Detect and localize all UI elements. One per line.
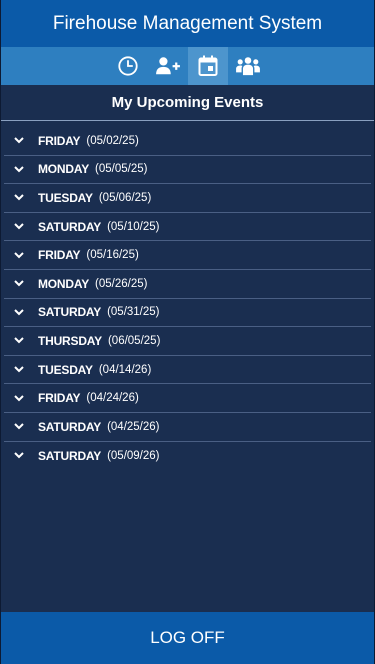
logoff-label: LOG OFF — [150, 628, 225, 647]
chevron-down-icon — [8, 166, 30, 173]
event-row[interactable]: THURSDAY (06/05/25) — [4, 327, 371, 356]
app-window: Firehouse Management System My Upcoming … — [0, 0, 375, 664]
event-day: SATURDAY — [38, 305, 102, 320]
event-row[interactable]: SATURDAY (05/31/25) — [4, 299, 371, 328]
group-icon — [235, 57, 260, 76]
app-title: Firehouse Management System — [52, 12, 323, 34]
event-day: MONDAY — [38, 276, 90, 291]
event-row[interactable]: TUESDAY (05/06/25) — [4, 184, 371, 213]
event-date: (05/16/25) — [86, 249, 139, 262]
members-button[interactable] — [228, 47, 268, 85]
event-row[interactable]: SATURDAY (05/09/26) — [4, 442, 371, 471]
event-day: FRIDAY — [38, 248, 81, 263]
events-list: FRIDAY (05/02/25) MONDAY (05/05/25) TUESDAY (… — [1, 127, 374, 470]
app-header: Firehouse Management System — [1, 0, 374, 47]
event-day: MONDAY — [38, 162, 90, 177]
event-day: THURSDAY — [38, 333, 102, 348]
clock-icon — [117, 56, 138, 76]
chevron-down-icon — [8, 194, 30, 201]
event-date: (05/09/26) — [107, 449, 160, 462]
event-date: (04/14/26) — [98, 363, 152, 376]
event-row[interactable]: SATURDAY (05/10/25) — [4, 213, 371, 242]
event-row[interactable]: MONDAY (05/05/25) — [4, 156, 371, 185]
events-button[interactable] — [187, 47, 228, 85]
event-row[interactable]: MONDAY (05/26/25) — [4, 270, 371, 299]
chevron-down-icon — [8, 137, 30, 144]
event-date: (05/26/25) — [95, 277, 148, 290]
upcoming-events-heading: My Upcoming Events — [111, 94, 264, 111]
logoff-button[interactable]: LOG OFF — [1, 612, 374, 664]
event-date: (04/24/26) — [86, 392, 139, 405]
event-date: (05/02/25) — [86, 134, 139, 147]
chevron-down-icon — [8, 366, 30, 373]
chevron-down-icon — [8, 223, 30, 230]
add-user-icon — [155, 57, 180, 75]
section-title: My Upcoming Events — [1, 85, 374, 121]
event-date: (05/31/25) — [107, 306, 160, 319]
event-date: (05/06/25) — [98, 191, 152, 204]
add-user-button[interactable] — [148, 47, 188, 85]
event-date: (04/25/26) — [107, 420, 160, 433]
chevron-down-icon — [8, 337, 30, 344]
chevron-down-icon — [8, 423, 30, 430]
nav-toolbar — [1, 47, 374, 85]
chevron-down-icon — [8, 280, 30, 287]
event-date: (05/10/25) — [107, 220, 160, 233]
event-day: TUESDAY — [38, 362, 93, 377]
event-day: TUESDAY — [38, 190, 93, 205]
chevron-down-icon — [8, 452, 30, 459]
calendar-icon — [198, 55, 217, 76]
chevron-down-icon — [8, 251, 30, 259]
event-row[interactable]: TUESDAY (04/14/26) — [4, 356, 371, 385]
event-date: (06/05/25) — [107, 334, 161, 347]
chevron-down-icon — [8, 309, 30, 316]
history-button[interactable] — [108, 47, 148, 85]
event-row[interactable]: SATURDAY (04/25/26) — [4, 413, 371, 442]
event-day: FRIDAY — [38, 391, 81, 406]
event-row[interactable]: FRIDAY (05/16/25) — [4, 241, 371, 270]
event-day: FRIDAY — [38, 133, 81, 148]
event-day: SATURDAY — [38, 448, 102, 463]
chevron-down-icon — [8, 394, 30, 402]
event-day: SATURDAY — [38, 219, 102, 234]
event-row[interactable]: FRIDAY (05/02/25) — [4, 127, 371, 156]
event-row[interactable]: FRIDAY (04/24/26) — [4, 384, 371, 413]
event-day: SATURDAY — [38, 419, 102, 434]
event-date: (05/05/25) — [95, 163, 148, 176]
